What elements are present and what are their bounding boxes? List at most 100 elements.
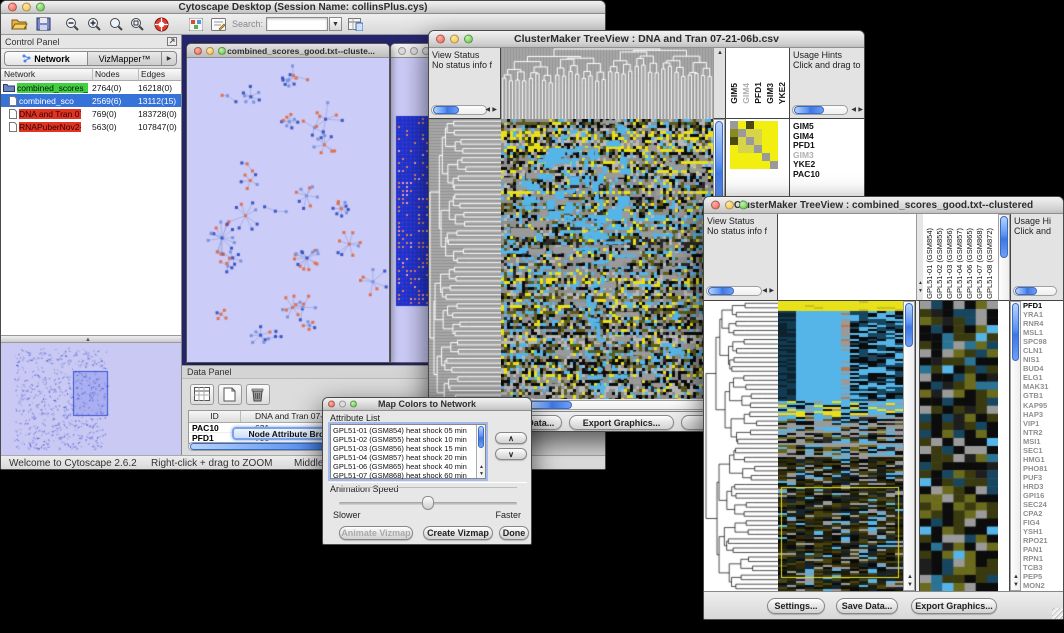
save-data-button[interactable]: Save Data...	[836, 598, 898, 614]
attribute-item[interactable]: GPL51-03 (GSM856) heat shock 15 min	[333, 444, 485, 453]
attribute-browser-icon[interactable]	[348, 17, 363, 31]
scroll-up-icon[interactable]: ▲	[1013, 574, 1019, 580]
tv2-row-dendrogram[interactable]	[704, 301, 778, 591]
col-header-network[interactable]: Network	[1, 69, 93, 80]
close-button[interactable]	[711, 201, 720, 210]
matrix-cell[interactable]	[730, 129, 738, 137]
scroll-down-icon[interactable]: ▼	[479, 472, 484, 477]
gene-label[interactable]: SEC1	[1023, 446, 1064, 455]
zoom-fit-icon[interactable]	[130, 17, 145, 32]
dialog-titlebar[interactable]: Map Colors to Network	[323, 398, 531, 411]
main-titlebar[interactable]: Cytoscape Desktop (Session Name: collins…	[1, 1, 605, 14]
scroll-down-icon[interactable]: ▼	[1013, 582, 1019, 588]
tv1-row-dendrogram[interactable]	[429, 119, 501, 411]
gene-label[interactable]: CPA2	[1023, 509, 1064, 518]
settings-button[interactable]: Settings...	[767, 598, 825, 614]
gene-label[interactable]: PEP5	[1023, 572, 1064, 581]
matrix-cell[interactable]	[746, 137, 754, 145]
zoom-button[interactable]	[464, 35, 473, 44]
new-attribute-icon[interactable]	[218, 384, 242, 405]
zoom-button[interactable]	[739, 201, 748, 210]
export-graphics-button[interactable]: Export Graphics...	[911, 598, 997, 614]
zoom-button[interactable]	[36, 3, 45, 12]
help-icon[interactable]	[154, 17, 169, 32]
matrix-cell[interactable]	[746, 153, 754, 161]
close-button[interactable]	[8, 3, 17, 12]
gene-label[interactable]: SPC98	[1023, 337, 1064, 346]
scroll-up-icon[interactable]: ▲	[479, 465, 484, 470]
gene-label[interactable]: SEC24	[1023, 500, 1064, 509]
column-label[interactable]: GPL51-08 (GSM872)	[985, 228, 994, 299]
scroll-right-icon[interactable]: ▶	[492, 107, 497, 113]
search-dropdown-arrow-icon[interactable]: ▼	[329, 17, 342, 31]
matrix-cell[interactable]	[730, 145, 738, 153]
move-up-button[interactable]: ∧	[495, 432, 527, 444]
col-header-nodes[interactable]: Nodes	[93, 69, 139, 80]
matrix-cell[interactable]	[762, 153, 770, 161]
gene-label[interactable]: CLN1	[1023, 346, 1064, 355]
gene-label[interactable]: FIG4	[1023, 518, 1064, 527]
minimize-button[interactable]	[22, 3, 31, 12]
minimize-button[interactable]	[410, 47, 418, 55]
attr-col-id[interactable]: ID	[189, 411, 241, 422]
gene-label[interactable]: ELG1	[1023, 373, 1064, 382]
gene-label[interactable]: PUF3	[1023, 473, 1064, 482]
scroll-up-icon[interactable]: ▲	[907, 574, 913, 580]
tab-overflow-arrow[interactable]: ▶	[162, 51, 177, 66]
matrix-cell[interactable]	[762, 137, 770, 145]
attribute-item[interactable]: GPL51-06 (GSM865) heat shock 40 min	[333, 462, 485, 471]
export-graphics-button[interactable]: Export Graphics...	[569, 415, 674, 430]
matrix-cell[interactable]	[738, 121, 746, 129]
matrix-cell[interactable]	[754, 145, 762, 153]
matrix-cell[interactable]	[738, 153, 746, 161]
matrix-cell[interactable]	[770, 145, 778, 153]
delete-attribute-icon[interactable]	[246, 384, 270, 405]
gene-label[interactable]: KAP95	[1023, 401, 1064, 410]
column-label[interactable]: GPL51-06 (GSM865)	[965, 228, 974, 299]
minimize-button[interactable]	[725, 201, 734, 210]
attribute-item[interactable]: GPL51-07 (GSM868) heat shock 60 min	[333, 471, 485, 480]
usage-hints-scrollbar[interactable]	[792, 105, 848, 115]
matrix-cell[interactable]	[730, 121, 738, 129]
matrix-cell[interactable]	[754, 161, 762, 169]
gene-label[interactable]: YRA1	[1023, 310, 1064, 319]
matrix-cell[interactable]	[738, 137, 746, 145]
gene-label[interactable]: GTB1	[1023, 391, 1064, 400]
matrix-cell[interactable]	[730, 161, 738, 169]
gene-label[interactable]: TCB3	[1023, 563, 1064, 572]
matrix-cell[interactable]	[754, 153, 762, 161]
tv2-column-tree-area[interactable]	[778, 214, 916, 301]
matrix-cell[interactable]	[762, 129, 770, 137]
vizmapper-icon[interactable]	[189, 18, 203, 31]
tv1-column-dendrogram[interactable]	[501, 48, 713, 120]
gene-label[interactable]: RPN1	[1023, 554, 1064, 563]
animate-vizmap-button[interactable]: Animate Vizmap	[339, 526, 413, 540]
matrix-cell[interactable]	[770, 153, 778, 161]
close-button[interactable]	[398, 47, 406, 55]
gene-label[interactable]: PHO81	[1023, 464, 1064, 473]
gene-label[interactable]: BUD4	[1023, 364, 1064, 373]
scroll-right-icon[interactable]: ▶	[769, 288, 774, 294]
gene-label[interactable]: RPO21	[1023, 536, 1064, 545]
done-button[interactable]: Done	[499, 526, 529, 540]
matrix-cell[interactable]	[762, 161, 770, 169]
gene-label[interactable]: MAK31	[1023, 382, 1064, 391]
minimize-button[interactable]	[339, 401, 346, 408]
scroll-down-icon[interactable]: ▼	[907, 582, 913, 588]
matrix-cell[interactable]	[754, 129, 762, 137]
network-frame-1[interactable]: combined_scores_good.txt--cluste...	[186, 43, 390, 363]
move-down-button[interactable]: ∨	[495, 448, 527, 460]
tv2-zoom-heatmap[interactable]	[920, 301, 998, 591]
gene-label[interactable]: PFD1	[1023, 301, 1064, 310]
gene-label[interactable]: MON2	[1023, 581, 1064, 590]
matrix-cell[interactable]	[770, 129, 778, 137]
matrix-cell[interactable]	[754, 137, 762, 145]
gene-label[interactable]: GPI16	[1023, 491, 1064, 500]
scroll-left-icon[interactable]: ◀	[485, 107, 490, 113]
gene-label[interactable]: PAN1	[1023, 545, 1064, 554]
matrix-cell[interactable]	[770, 161, 778, 169]
column-label[interactable]: GPL51-03 (GSM856)	[945, 228, 954, 299]
search-input[interactable]	[266, 17, 328, 31]
tab-vizmapper[interactable]: VizMapper™	[88, 51, 162, 66]
column-label[interactable]: GIM5	[729, 83, 739, 104]
